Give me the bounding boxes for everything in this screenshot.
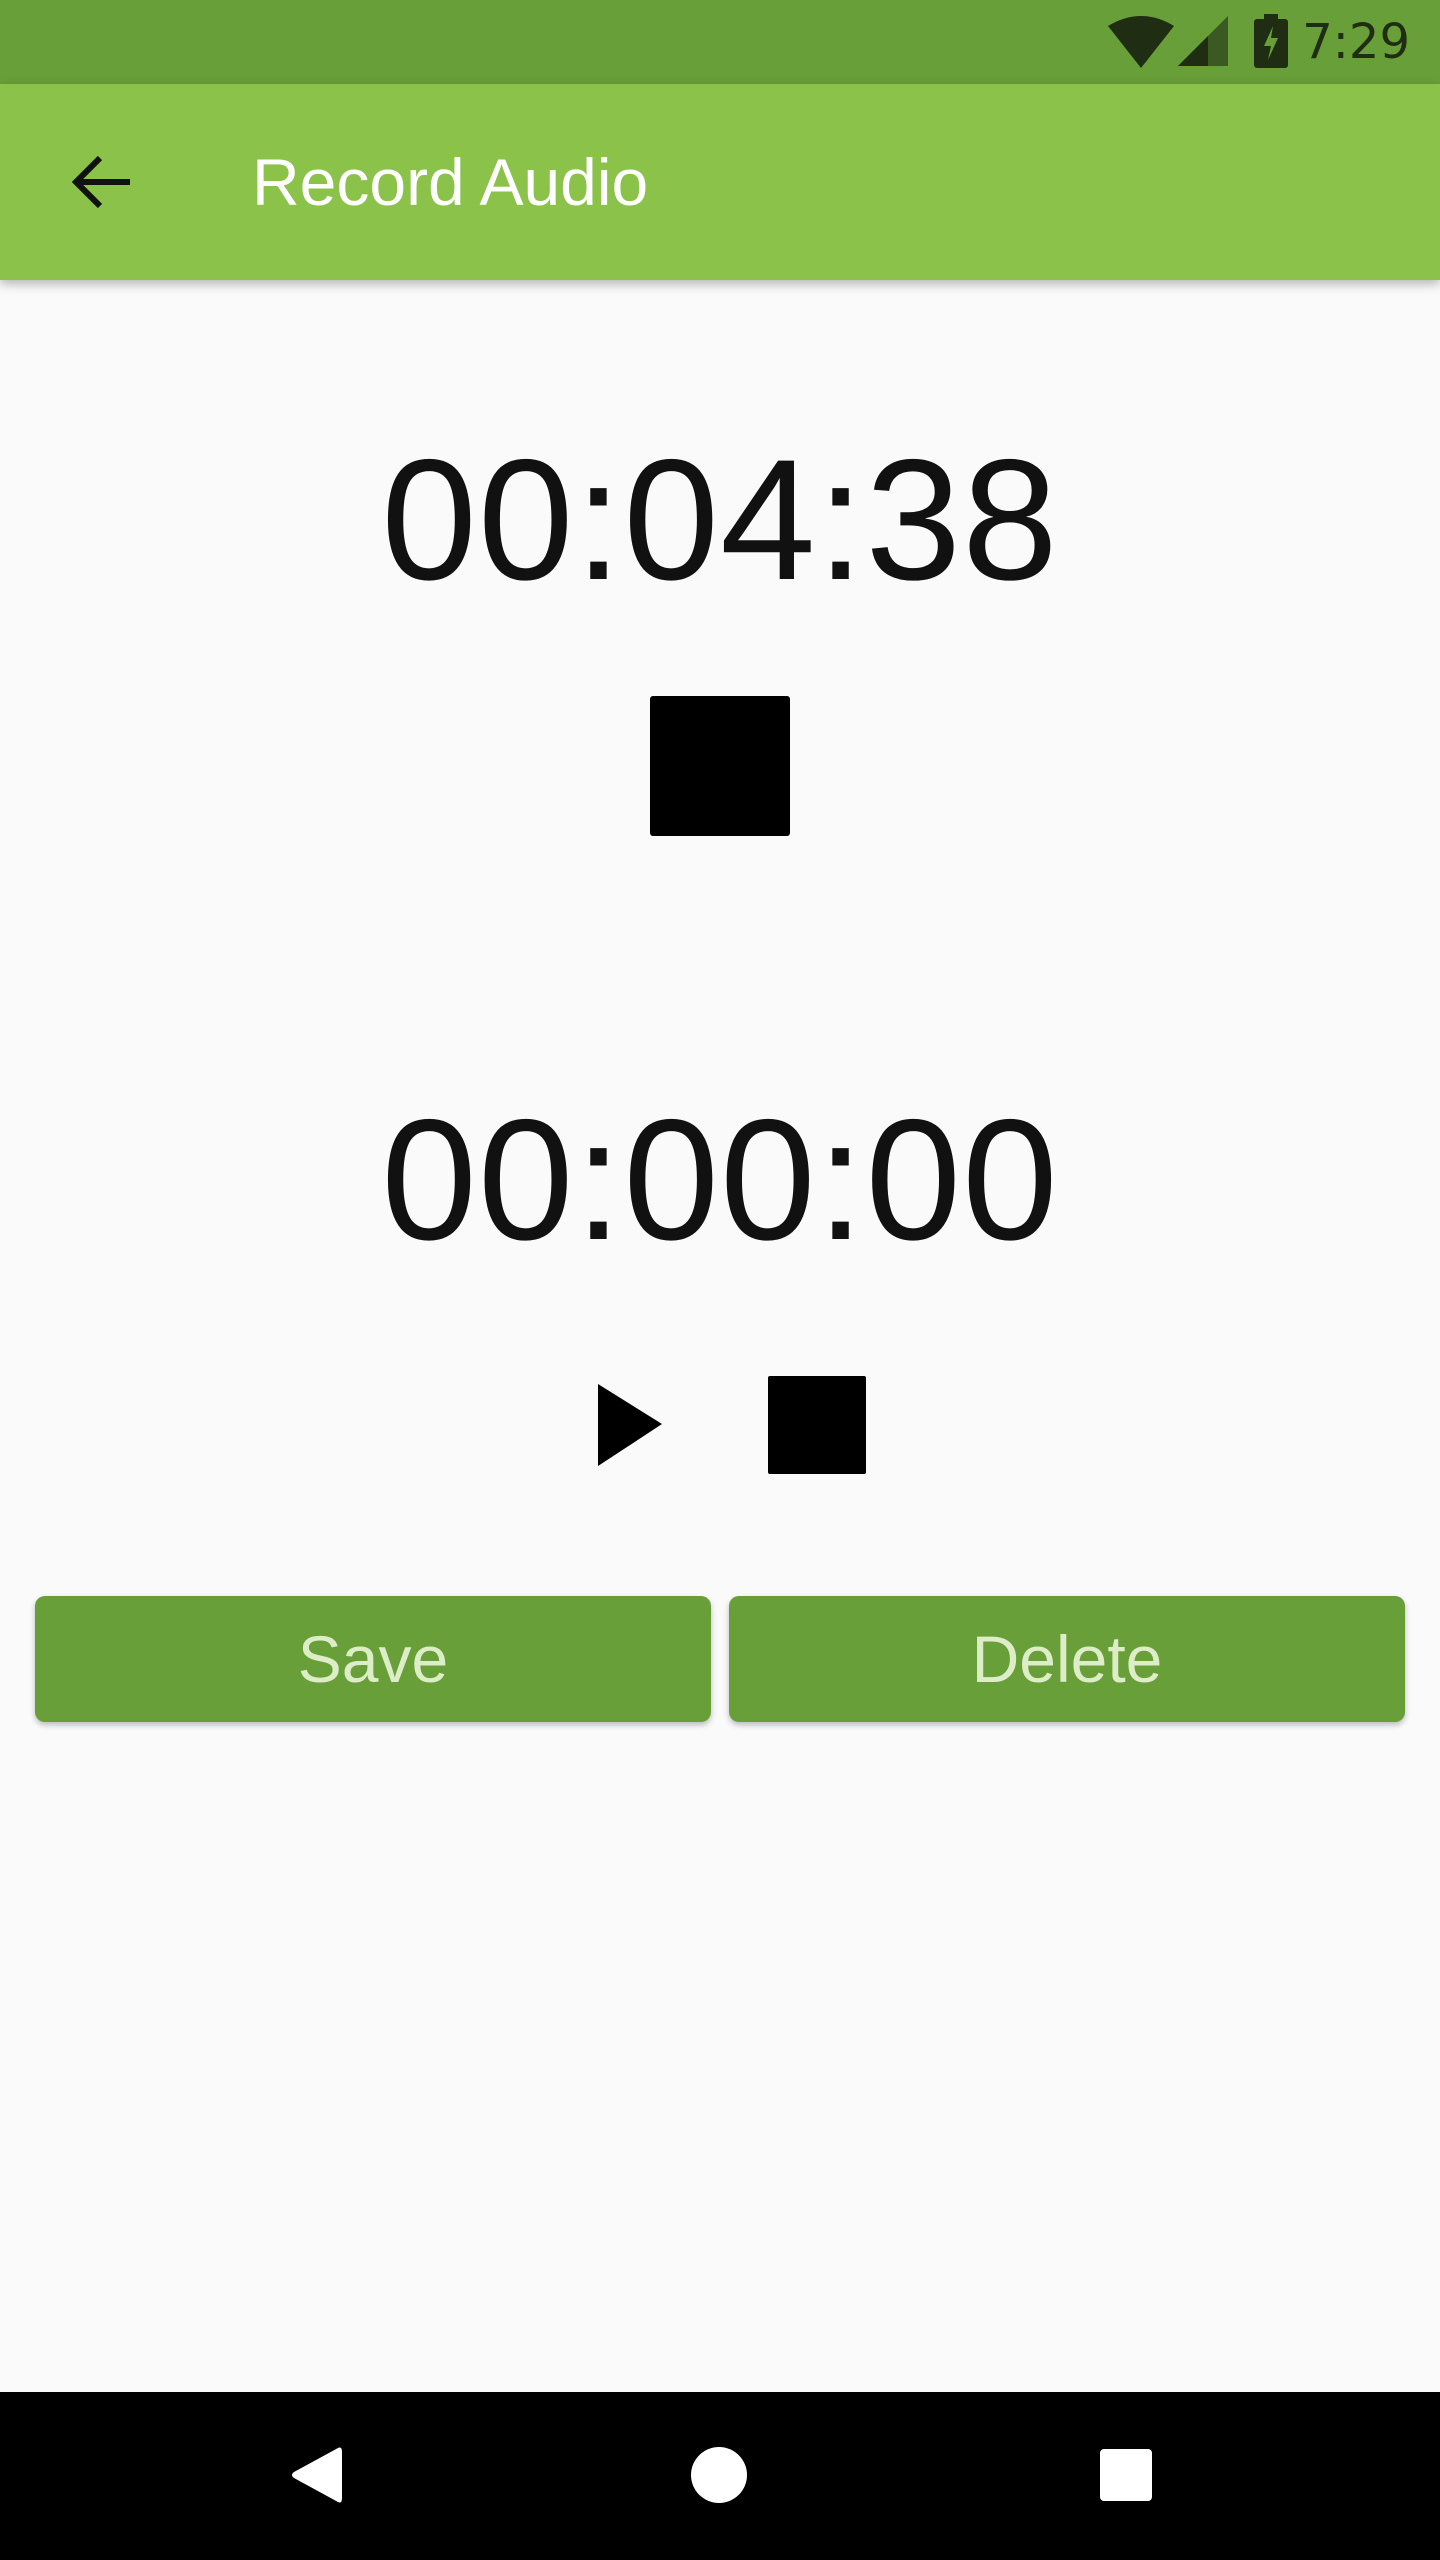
save-button[interactable]: Save (35, 1596, 711, 1722)
status-bar: 7:29 (0, 0, 1440, 84)
arrow-back-icon (71, 155, 130, 209)
play-button[interactable] (596, 1380, 666, 1470)
nav-back-icon[interactable] (288, 2444, 344, 2506)
record-stop-button[interactable] (650, 696, 790, 836)
play-icon (598, 1384, 662, 1466)
app-bar: Record Audio (0, 84, 1440, 280)
signal-icon (1178, 16, 1228, 66)
playback-timer: 00:00:00 (381, 1084, 1059, 1276)
nav-recents-icon[interactable] (1099, 2448, 1153, 2502)
playback-stop-button[interactable] (768, 1376, 866, 1474)
page-title: Record Audio (252, 145, 649, 219)
navigation-bar (0, 2392, 1440, 2560)
back-button[interactable] (50, 130, 154, 234)
status-time: 7:29 (1302, 14, 1410, 70)
battery-charging-icon (1254, 14, 1288, 68)
record-timer: 00:04:38 (381, 424, 1059, 616)
nav-home-icon[interactable] (690, 2446, 748, 2504)
delete-button[interactable]: Delete (729, 1596, 1405, 1722)
wifi-icon (1108, 16, 1174, 68)
